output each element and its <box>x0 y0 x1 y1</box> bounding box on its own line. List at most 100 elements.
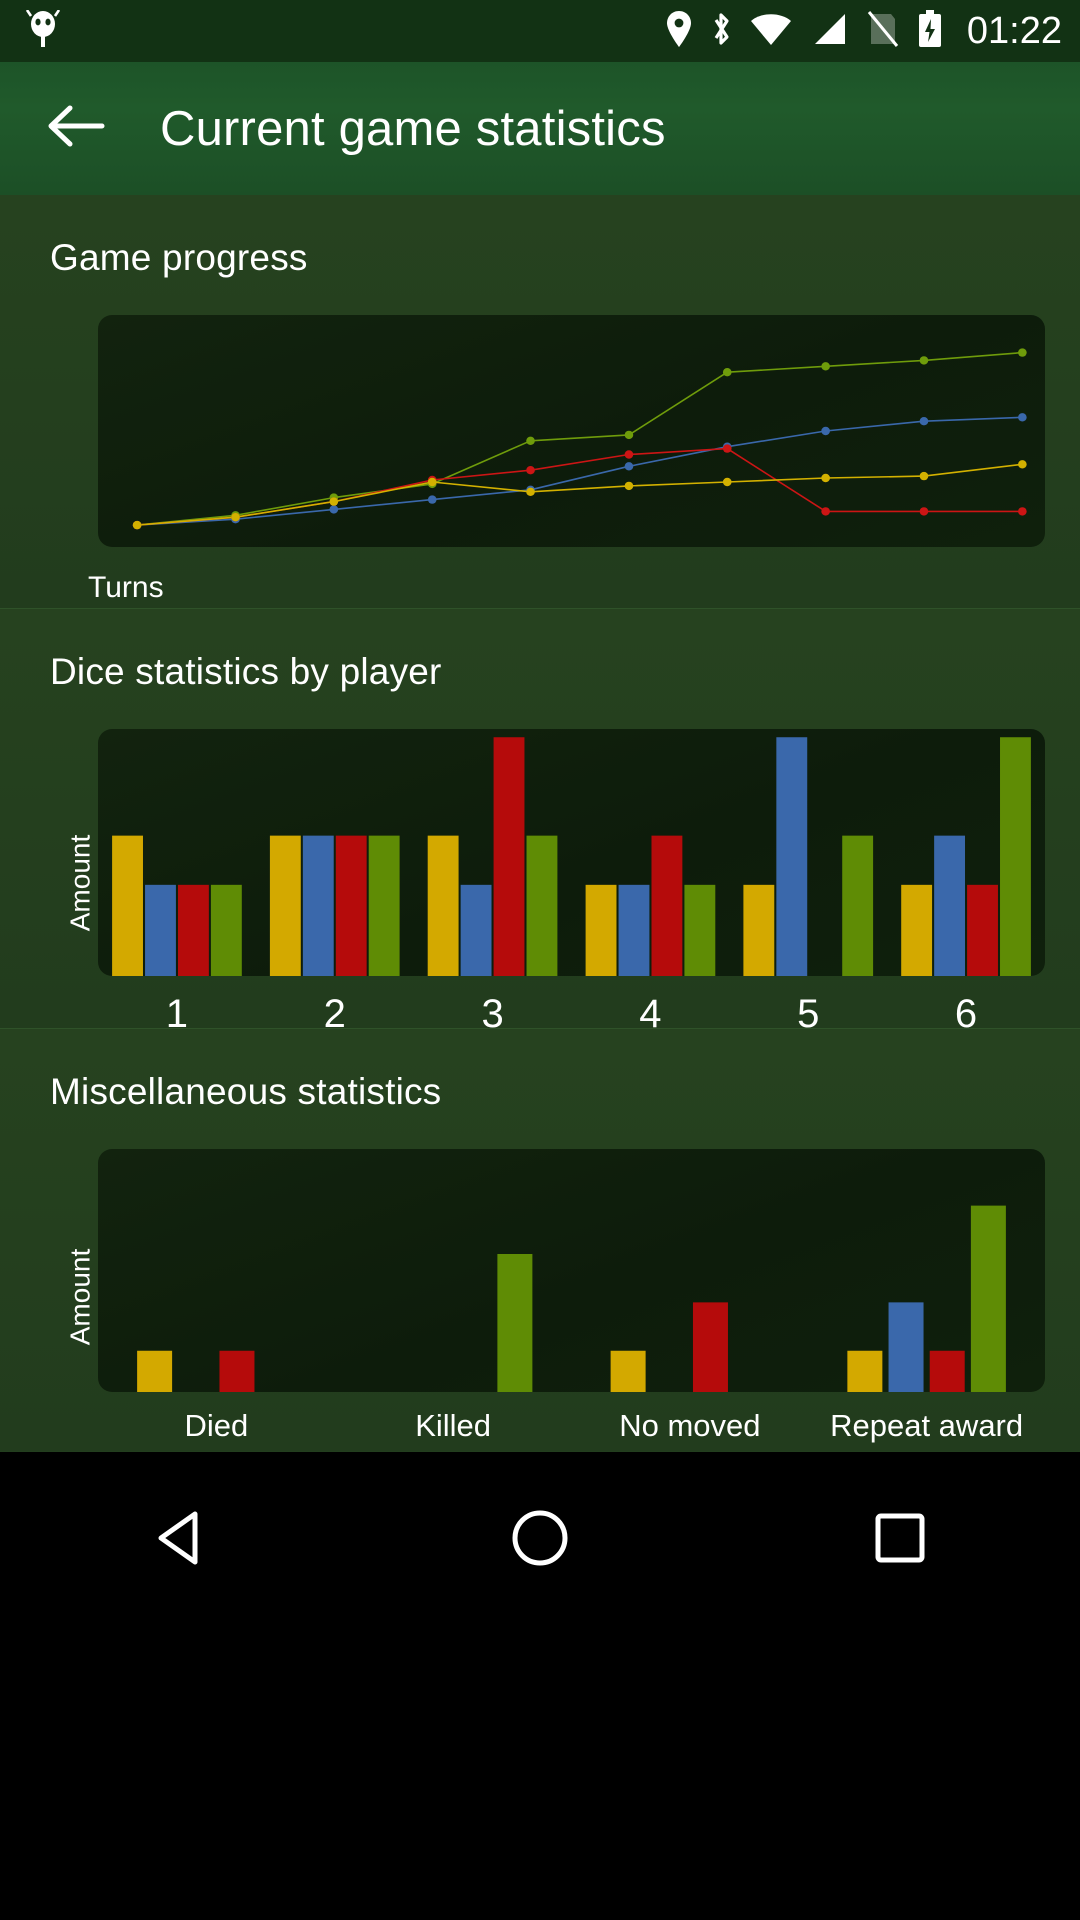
bar-6-series-0 <box>901 885 932 976</box>
section-game-progress: Game progress % completed Turns <box>0 195 1080 609</box>
line-series-2 <box>137 449 1022 525</box>
nav-back-triangle-icon <box>153 1510 207 1571</box>
bar-died-series-0 <box>137 1351 172 1392</box>
bar-3-series-0 <box>428 836 459 976</box>
line-point <box>1018 348 1027 356</box>
section-title-misc-statistics: Miscellaneous statistics <box>0 1029 1080 1113</box>
dice-chart-wrap: Amount 123456 <box>36 729 1045 1037</box>
line-point <box>1018 413 1027 421</box>
bar-1-series-1 <box>145 885 176 976</box>
bar-5-series-1 <box>776 737 807 976</box>
axis-tick-repeat-award: Repeat award <box>808 1408 1045 1444</box>
bluetooth-icon <box>709 10 733 53</box>
line-point <box>428 478 437 486</box>
bar-no-moved-series-0 <box>611 1351 646 1392</box>
back-button[interactable] <box>30 83 122 175</box>
line-point <box>821 427 830 435</box>
line-point <box>821 362 830 370</box>
wifi-icon <box>749 10 793 53</box>
bar-2-series-2 <box>336 836 367 976</box>
bar-5-series-0 <box>743 885 774 976</box>
line-point <box>723 444 732 452</box>
axis-tick-no-moved: No moved <box>572 1408 809 1444</box>
status-bar: 01:22 <box>0 0 1080 62</box>
bar-2-series-1 <box>303 836 334 976</box>
dice-chart-svg <box>98 729 1045 976</box>
bar-6-series-1 <box>934 836 965 976</box>
line-chart-svg <box>98 315 1045 547</box>
status-bar-left <box>26 10 665 53</box>
bar-no-moved-series-2 <box>693 1302 728 1392</box>
line-point <box>920 356 929 364</box>
axis-tick-killed: Killed <box>335 1408 572 1444</box>
bar-died-series-2 <box>219 1351 254 1392</box>
nav-home-button[interactable] <box>480 1492 600 1588</box>
location-icon <box>665 10 693 53</box>
game-progress-chart-wrap: % completed <box>36 315 1045 547</box>
section-misc-statistics: Miscellaneous statistics Amount DiedKill… <box>0 1029 1080 1451</box>
status-bar-right: 01:22 <box>665 10 1062 53</box>
android-head-icon <box>26 10 60 53</box>
line-point <box>330 505 339 513</box>
scroll-content[interactable]: Game progress % completed Turns Dice sta… <box>0 195 1080 1452</box>
line-point <box>920 472 929 480</box>
bar-2-series-0 <box>270 836 301 976</box>
bar-1-series-3 <box>211 885 242 976</box>
navigation-bar <box>0 1452 1080 1920</box>
dice-chart-axis: 123456 <box>98 976 1045 1037</box>
bar-repeat-award-series-3 <box>971 1206 1006 1392</box>
bar-repeat-award-series-0 <box>847 1351 882 1392</box>
line-point <box>920 507 929 515</box>
line-point <box>526 488 535 496</box>
bar-4-series-3 <box>684 885 715 976</box>
line-point <box>821 507 830 515</box>
bar-6-series-2 <box>967 885 998 976</box>
line-point <box>821 474 830 482</box>
line-point <box>920 417 929 425</box>
misc-chart-svg <box>98 1149 1045 1392</box>
dice-chart-card[interactable] <box>98 729 1045 976</box>
section-title-dice-statistics: Dice statistics by player <box>0 609 1080 693</box>
line-point <box>625 462 634 470</box>
section-title-game-progress: Game progress <box>0 195 1080 279</box>
bar-repeat-award-series-1 <box>889 1302 924 1392</box>
signal-icon <box>809 10 849 53</box>
bar-4-series-0 <box>586 885 617 976</box>
line-point <box>625 431 634 439</box>
axis-tick-died: Died <box>98 1408 335 1444</box>
bar-3-series-2 <box>494 737 525 976</box>
bar-repeat-award-series-2 <box>930 1351 965 1392</box>
bar-5-series-3 <box>842 836 873 976</box>
line-point <box>723 368 732 376</box>
bar-2-series-3 <box>369 836 400 976</box>
bar-3-series-1 <box>461 885 492 976</box>
sim-off-icon <box>865 10 901 53</box>
line-point <box>625 450 634 458</box>
bar-killed-series-3 <box>497 1254 532 1392</box>
bar-1-series-2 <box>178 885 209 976</box>
line-point <box>133 521 142 529</box>
line-point <box>723 478 732 486</box>
bar-1-series-0 <box>112 836 143 976</box>
line-point <box>1018 507 1027 515</box>
bar-4-series-2 <box>651 836 682 976</box>
bar-3-series-3 <box>527 836 558 976</box>
line-series-0 <box>137 353 1022 525</box>
misc-chart-card[interactable] <box>98 1149 1045 1392</box>
line-point <box>1018 460 1027 468</box>
nav-recents-button[interactable] <box>840 1492 960 1588</box>
dice-chart-ylabel: Amount <box>64 835 96 932</box>
misc-chart-wrap: Amount DiedKilledNo movedRepeat award <box>36 1149 1045 1444</box>
line-point <box>625 482 634 490</box>
line-point <box>526 466 535 474</box>
line-point <box>330 497 339 505</box>
line-chart-card[interactable] <box>98 315 1045 547</box>
nav-back-button[interactable] <box>120 1492 240 1588</box>
status-bar-clock: 01:22 <box>967 10 1062 53</box>
line-point <box>526 437 535 445</box>
battery-charging-icon <box>917 10 943 53</box>
misc-chart-axis: DiedKilledNo movedRepeat award <box>98 1392 1045 1444</box>
page-title: Current game statistics <box>160 101 666 157</box>
back-arrow-icon <box>46 103 106 154</box>
bar-6-series-3 <box>1000 737 1031 976</box>
